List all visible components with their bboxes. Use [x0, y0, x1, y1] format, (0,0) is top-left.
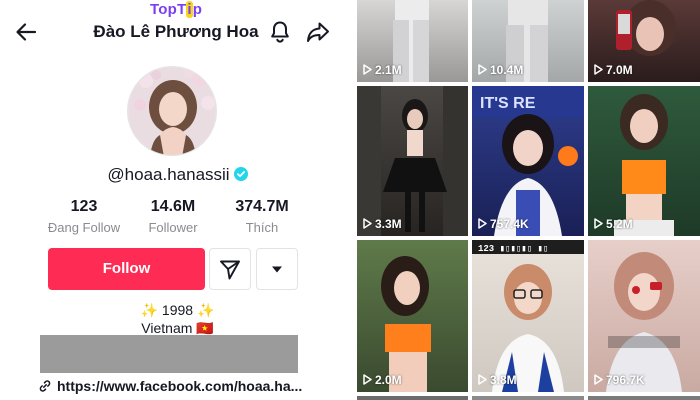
more-options-button[interactable]: [256, 248, 298, 290]
play-icon: [478, 374, 487, 385]
likes-label: Thích: [245, 220, 279, 235]
send-message-icon: [220, 260, 240, 280]
play-icon: [363, 218, 372, 229]
video-thumbnail[interactable]: 3.3M: [357, 86, 468, 236]
video-thumbnail[interactable]: IT'S RE 757.4K: [472, 86, 584, 236]
profile-link[interactable]: https://www.facebook.com/hoaa.ha...: [38, 378, 338, 394]
play-icon: [594, 64, 603, 75]
video-thumbnail-partial: [472, 396, 584, 400]
play-icon: [594, 218, 603, 229]
dropdown-triangle-icon: [272, 266, 282, 273]
video-thumbnail-partial: [588, 396, 700, 400]
redacted-bio-block: [40, 335, 298, 373]
video-thumbnail[interactable]: 2.0M: [357, 240, 468, 392]
back-arrow-icon[interactable]: [14, 20, 38, 44]
play-icon: [363, 374, 372, 385]
view-count: 7.0M: [594, 63, 633, 77]
message-button[interactable]: [209, 248, 251, 290]
username: @hoaa.hanassii: [107, 165, 230, 184]
svg-text:123 ▮▯▮▯▮▯ ▮▯: 123 ▮▯▮▯▮▯ ▮▯: [478, 244, 548, 254]
svg-text:IT'S RE: IT'S RE: [480, 95, 536, 112]
top-bar: Đào Lê Phương Hoa: [0, 0, 355, 62]
avatar[interactable]: [127, 66, 217, 156]
stats-row: 123 Đang Follow 14.6M Follower 374.7M Th…: [0, 198, 355, 240]
username-row: @hoaa.hanassii: [0, 165, 355, 185]
video-thumbnail[interactable]: 123 ▮▯▮▯▮▯ ▮▯ 3.8M: [472, 240, 584, 392]
view-count: 757.4K: [478, 217, 529, 231]
verified-icon: [233, 167, 248, 181]
view-count: 3.8M: [478, 373, 517, 387]
view-count: 10.4M: [478, 63, 523, 77]
view-count: 2.0M: [363, 373, 402, 387]
following-count: 123: [70, 198, 98, 215]
profile-panel: TopTip Đào Lê Phương Hoa @hoaa.hanassii …: [0, 0, 355, 400]
following-label: Đang Follow: [47, 220, 121, 235]
likes-count: 374.7M: [235, 198, 289, 215]
view-count: 2.1M: [363, 63, 402, 77]
video-thumbnail[interactable]: 796.7K: [588, 240, 700, 392]
link-icon: [39, 380, 51, 392]
stat-following[interactable]: 123 Đang Follow: [34, 198, 134, 235]
video-thumbnail[interactable]: 2.1M: [357, 0, 468, 82]
video-thumbnail[interactable]: 5.2M: [588, 86, 700, 236]
video-thumbnail[interactable]: 7.0M: [588, 0, 700, 82]
view-count: 3.3M: [363, 217, 402, 231]
video-thumbnail[interactable]: 10.4M: [472, 0, 584, 82]
play-icon: [594, 374, 603, 385]
bio-line-1: ✨ 1998 ✨: [140, 302, 215, 318]
view-count: 796.7K: [594, 373, 645, 387]
stat-likes: 374.7M Thích: [212, 198, 312, 235]
followers-label: Follower: [148, 220, 198, 235]
share-icon[interactable]: [305, 19, 331, 45]
bell-icon[interactable]: [268, 19, 292, 45]
video-grid: 2.1M 10.4M 7.0M 3.3M IT'S RE 757.4K 5.2M…: [355, 0, 700, 400]
followers-count: 14.6M: [150, 198, 196, 215]
play-icon: [363, 64, 372, 75]
video-thumbnail-partial: [357, 396, 468, 400]
follow-button[interactable]: Follow: [48, 248, 205, 290]
play-icon: [478, 64, 487, 75]
play-icon: [478, 218, 487, 229]
view-count: 5.2M: [594, 217, 633, 231]
profile-link-text: https://www.facebook.com/hoaa.ha...: [57, 378, 303, 394]
page-title: Đào Lê Phương Hoa: [93, 22, 259, 41]
stat-followers[interactable]: 14.6M Follower: [123, 198, 223, 235]
